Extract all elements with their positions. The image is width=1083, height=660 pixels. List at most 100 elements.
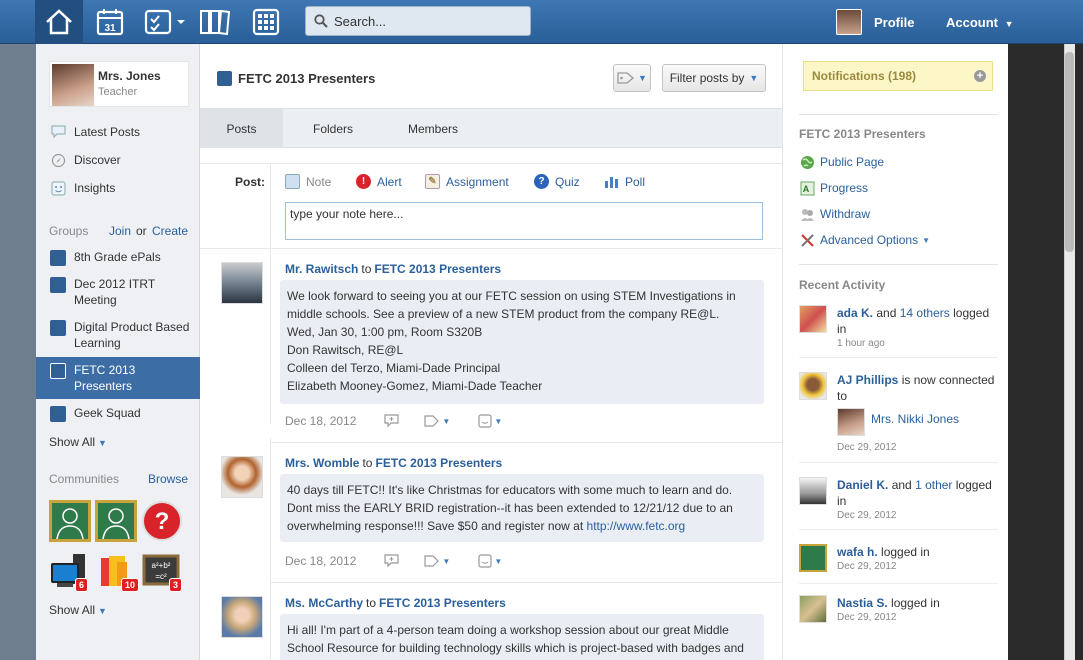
search-box[interactable] [305, 6, 531, 36]
activity-user-link[interactable]: Nastia S. [837, 596, 888, 610]
post-author-avatar[interactable] [221, 596, 263, 638]
activity-avatar[interactable] [799, 544, 827, 572]
page-title: FETC 2013 Presenters [238, 71, 376, 86]
group-item-8th-grade-epals[interactable]: 8th Grade ePals [36, 249, 200, 271]
reaction-icon[interactable]: ▼ [478, 414, 502, 428]
avatar [836, 9, 862, 35]
progress-link[interactable]: A Progress [799, 180, 868, 196]
post-author-link[interactable]: Ms. McCarthy [285, 596, 363, 610]
tab-label: Folders [312, 121, 353, 136]
community-tile-math[interactable]: a²+b² =c² 3 [141, 552, 183, 594]
account-menu[interactable]: Account ▼ [946, 15, 1014, 30]
divider [799, 114, 998, 115]
tab-members[interactable]: Members [383, 109, 483, 148]
apps-button[interactable] [248, 4, 284, 40]
post-author-link[interactable]: Mrs. Womble [285, 456, 359, 470]
tab-folders[interactable]: Folders [283, 109, 383, 148]
compass-icon [50, 152, 66, 168]
notifications-box[interactable]: Notifications (198) + [803, 61, 993, 91]
note-input[interactable] [285, 202, 763, 240]
post-author-avatar[interactable] [221, 262, 263, 304]
nav-insights[interactable]: Insights [50, 180, 115, 196]
connected-user-avatar[interactable] [837, 408, 865, 436]
activity-text: AJ Phillips is now connected to [837, 372, 997, 404]
connected-user-link[interactable]: Mrs. Nikki Jones [871, 412, 959, 426]
post-type-assignment[interactable]: ✎ Assignment [425, 174, 509, 189]
post-composer: Post: Note ! Alert ✎ Assignment ? Quiz P… [200, 163, 782, 250]
post-group-link[interactable]: FETC 2013 Presenters [375, 456, 502, 470]
join-group-link[interactable]: Join [109, 224, 131, 238]
caret-down-icon: ▼ [98, 438, 107, 448]
tab-posts[interactable]: Posts [200, 109, 283, 148]
public-page-link[interactable]: Public Page [799, 154, 884, 170]
post-type-label: Poll [625, 174, 646, 189]
community-tile-1[interactable] [49, 500, 91, 542]
calendar-button[interactable]: 31 [92, 4, 128, 40]
group-item-dec-2012-itrt[interactable]: Dec 2012 ITRT Meeting [36, 276, 200, 312]
scrollbar-thumb[interactable] [1065, 52, 1074, 252]
community-tile-books[interactable]: 10 [95, 552, 140, 594]
post-author-avatar[interactable] [221, 456, 263, 498]
tag-filter-button[interactable]: ▼ [613, 64, 651, 92]
svg-text:a²+b²: a²+b² [152, 561, 171, 570]
withdraw-link[interactable]: Withdraw [799, 206, 870, 222]
post-type-note[interactable]: Note [285, 174, 331, 189]
user-card[interactable]: Mrs. Jones Teacher [49, 61, 189, 107]
activity-avatar[interactable] [799, 595, 827, 623]
caret-down-icon: ▼ [98, 606, 107, 616]
activity-user-link[interactable]: ada K. [837, 306, 873, 320]
nav-discover[interactable]: Discover [50, 152, 121, 168]
activity-user-link[interactable]: Daniel K. [837, 478, 888, 492]
post-link[interactable]: http://www.fetc.org [587, 519, 686, 533]
communities-show-all[interactable]: Show All ▼ [49, 603, 107, 617]
home-button[interactable] [35, 0, 83, 44]
post-type-alert[interactable]: ! Alert [356, 174, 402, 189]
group-label: 8th Grade ePals [74, 250, 161, 264]
link-label: Progress [820, 181, 869, 195]
post-group-link[interactable]: FETC 2013 Presenters [374, 262, 501, 276]
library-button[interactable] [198, 4, 234, 40]
post-type-poll[interactable]: Poll [604, 174, 645, 189]
activity-avatar[interactable] [799, 305, 827, 333]
search-input[interactable] [334, 13, 514, 29]
filter-posts-button[interactable]: Filter posts by ▼ [662, 64, 766, 92]
post-type-quiz[interactable]: ? Quiz [534, 174, 580, 189]
home-icon [46, 9, 72, 35]
activity-avatar[interactable] [799, 372, 827, 400]
activity-user-link[interactable]: AJ Phillips [837, 373, 898, 387]
activity-others-link[interactable]: 14 others [900, 306, 950, 320]
tools-icon [799, 232, 815, 248]
group-item-geek-squad[interactable]: Geek Squad [36, 405, 200, 427]
groups-show-all[interactable]: Show All ▼ [49, 435, 107, 449]
reply-icon[interactable] [384, 414, 400, 428]
community-tile-help[interactable]: ? [141, 500, 183, 542]
planner-button[interactable] [144, 4, 188, 40]
post-group-link[interactable]: FETC 2013 Presenters [379, 596, 506, 610]
browse-communities-link[interactable]: Browse [148, 472, 188, 486]
divider [270, 442, 782, 443]
post-header: Mrs. Womble to FETC 2013 Presenters [285, 456, 502, 470]
group-item-digital-product[interactable]: Digital Product Based Learning [36, 319, 200, 355]
activity-avatar[interactable] [799, 477, 827, 505]
activity-text: wafa h. logged in [837, 544, 997, 560]
window-left-edge [0, 44, 36, 660]
group-item-fetc-2013[interactable]: FETC 2013 Presenters [36, 357, 200, 399]
notifications-label: Notifications (198) [812, 69, 917, 83]
nav-latest-posts[interactable]: Latest Posts [50, 124, 140, 140]
profile-link[interactable]: Profile [836, 9, 914, 35]
activity-others-link[interactable]: 1 other [915, 478, 952, 492]
advanced-options-link[interactable]: Advanced Options ▼ [799, 232, 930, 248]
chevron-down-icon: ▼ [638, 73, 647, 83]
user-silhouette-icon [56, 508, 84, 539]
tag-icon[interactable]: ▼ [424, 415, 450, 427]
link-label: Withdraw [820, 207, 871, 221]
reaction-icon[interactable]: ▼ [478, 554, 502, 568]
community-tile-computer[interactable]: 6 [49, 552, 91, 594]
tag-icon[interactable]: ▼ [424, 555, 450, 567]
community-tile-2[interactable] [95, 500, 137, 542]
activity-user-link[interactable]: wafa h. [837, 545, 878, 559]
divider [270, 164, 271, 250]
create-group-link[interactable]: Create [152, 224, 188, 238]
reply-icon[interactable] [384, 554, 400, 568]
post-author-link[interactable]: Mr. Rawitsch [285, 262, 358, 276]
